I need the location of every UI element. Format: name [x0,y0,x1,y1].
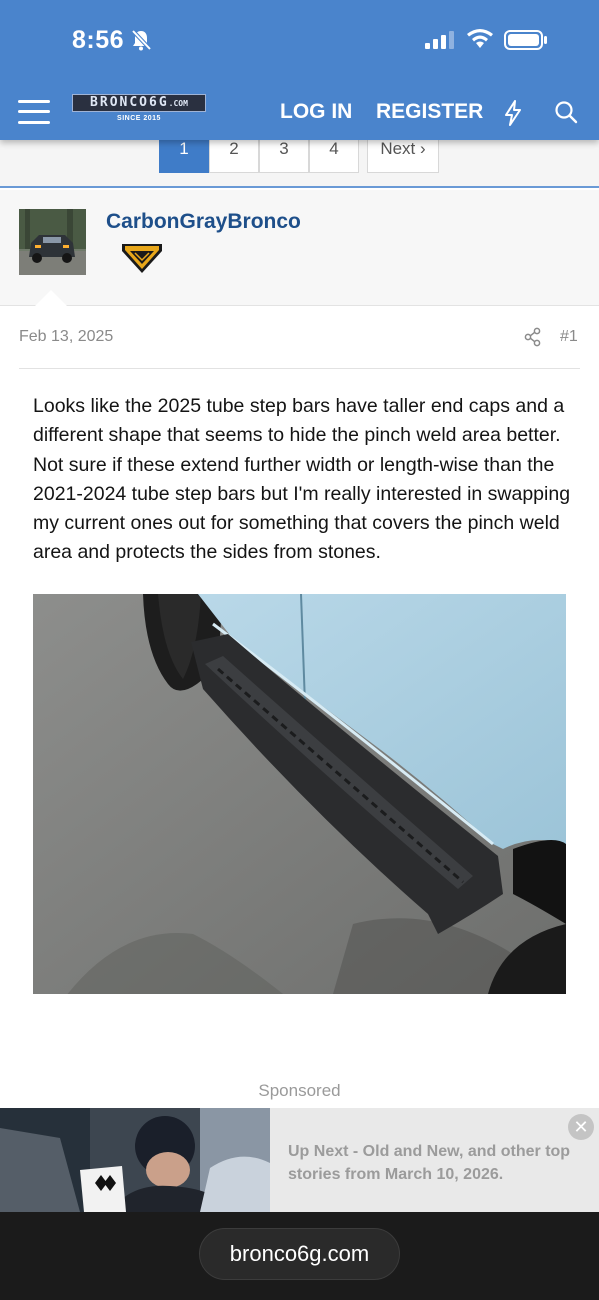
pagination-bar: 1 2 3 4 Next › [0,140,599,188]
status-time: 8:56 [72,26,125,54]
bell-slash-icon [131,29,152,51]
page-3-button[interactable]: 3 [259,140,309,173]
sponsored-label: Sponsored [258,1081,341,1100]
page-1-button[interactable]: 1 [159,140,209,173]
signal-icon [425,31,454,49]
logo-since: SINCE 2015 [117,115,161,122]
post-body-text: Looks like the 2025 tube step bars have … [33,395,571,564]
post-divider [19,368,580,369]
browser-bottom-bar: bronco6g.com [0,1212,599,1300]
ad-headline[interactable]: Up Next - Old and New, and other top sto… [288,1140,578,1186]
post-photo[interactable] [33,594,566,994]
post-author-block: CarbonGrayBronco [0,190,599,307]
close-ad-icon[interactable]: ✕ [568,1114,594,1140]
avatar[interactable] [19,209,86,275]
login-button[interactable]: LOG IN [280,100,352,124]
sponsored-ad[interactable]: Up Next - Old and New, and other top sto… [0,1108,599,1212]
page-2-button[interactable]: 2 [209,140,259,173]
battery-icon [504,30,547,50]
search-icon[interactable] [554,100,578,124]
share-icon[interactable] [523,327,543,347]
pagination: 1 2 3 4 [159,140,359,173]
site-logo[interactable]: BRONCO6G.COM SINCE 2015 [72,94,206,126]
author-pointer [34,290,68,307]
bolt-icon[interactable] [503,100,523,126]
wifi-icon [467,29,493,48]
next-page-button[interactable]: Next › [367,140,439,173]
logo-text: BRONCO6G.COM [72,94,206,112]
post-author-name[interactable]: CarbonGrayBronco [106,210,301,234]
register-button[interactable]: REGISTER [376,100,483,124]
app-header: 8:56 BRONCO6G.COM SINCE 2015 LOG IN REGI… [0,0,599,140]
post-date[interactable]: Feb 13, 2025 [19,328,113,346]
ad-image[interactable] [0,1108,270,1212]
url-bar[interactable]: bronco6g.com [199,1228,400,1280]
badlands-badge-icon [122,244,162,273]
menu-icon[interactable] [18,98,50,126]
page-4-button[interactable]: 4 [309,140,359,173]
post-number-link[interactable]: #1 [560,328,578,346]
